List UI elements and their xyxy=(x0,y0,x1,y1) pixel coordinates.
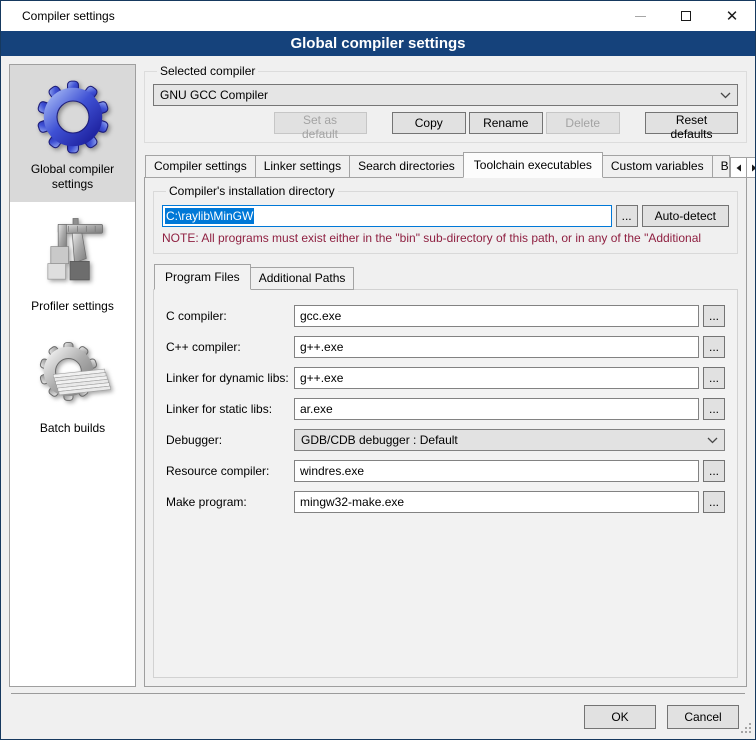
dynamic-linker-browse-button[interactable]: ... xyxy=(703,367,725,389)
close-button[interactable]: ✕ xyxy=(709,1,755,31)
c-compiler-browse-button[interactable]: ... xyxy=(703,305,725,327)
chevron-down-icon xyxy=(720,88,731,102)
make-program-label: Make program: xyxy=(166,495,294,509)
cpp-compiler-input[interactable] xyxy=(294,336,699,358)
tab-search-directories[interactable]: Search directories xyxy=(349,155,464,178)
static-linker-label: Linker for static libs: xyxy=(166,402,294,416)
program-files-page: C compiler: ... C++ compiler: ... Linker… xyxy=(153,289,738,678)
sidebar-item-label: Batch builds xyxy=(40,421,105,436)
selected-compiler-legend: Selected compiler xyxy=(157,64,258,78)
selected-compiler-group: Selected compiler GNU GCC Compiler Set a… xyxy=(144,64,747,143)
resize-grip-icon[interactable] xyxy=(739,721,752,737)
copy-button[interactable]: Copy xyxy=(392,112,466,134)
cpp-compiler-browse-button[interactable]: ... xyxy=(703,336,725,358)
sidebar-item-global-compiler-settings[interactable]: Global compiler settings xyxy=(10,65,135,202)
tab-scrollers xyxy=(730,157,756,178)
sidebar-item-batch-builds[interactable]: Batch builds xyxy=(10,324,135,446)
make-program-input[interactable] xyxy=(294,491,699,513)
rename-button[interactable]: Rename xyxy=(469,112,543,134)
installation-directory-value: C:\raylib\MinGW xyxy=(165,208,254,224)
subtab-additional-paths[interactable]: Additional Paths xyxy=(250,267,355,290)
blue-gear-icon xyxy=(33,78,113,156)
debugger-label: Debugger: xyxy=(166,433,294,447)
arrow-left-icon xyxy=(735,164,742,172)
settings-category-list: Global compiler settings xyxy=(9,64,136,687)
tab-scroll-right-button[interactable] xyxy=(746,157,756,178)
ok-button[interactable]: OK xyxy=(584,705,656,729)
reset-defaults-button[interactable]: Reset defaults xyxy=(645,112,738,134)
titlebar: Compiler settings ✕ xyxy=(1,1,755,31)
toolchain-executables-page: Compiler's installation directory C:\ray… xyxy=(144,177,747,687)
compiler-tabs: Compiler settings Linker settings Search… xyxy=(144,152,747,178)
dialog-footer: OK Cancel xyxy=(11,693,745,739)
resource-compiler-input[interactable] xyxy=(294,460,699,482)
installation-directory-legend: Compiler's installation directory xyxy=(166,184,338,198)
tab-build-options[interactable]: Build options xyxy=(712,155,730,178)
tab-linker-settings[interactable]: Linker settings xyxy=(255,155,350,178)
c-compiler-input[interactable] xyxy=(294,305,699,327)
close-icon: ✕ xyxy=(726,9,739,24)
installation-directory-input[interactable]: C:\raylib\MinGW xyxy=(162,205,612,227)
gray-gear-stack-icon xyxy=(33,337,113,415)
chevron-down-icon xyxy=(707,433,718,447)
subtab-program-files[interactable]: Program Files xyxy=(154,264,251,290)
sidebar-item-label: Profiler settings xyxy=(31,299,114,314)
sidebar-item-label: Global compiler settings xyxy=(14,162,131,192)
minimize-button[interactable] xyxy=(617,1,663,31)
resource-compiler-label: Resource compiler: xyxy=(166,464,294,478)
dynamic-linker-label: Linker for dynamic libs: xyxy=(166,371,294,385)
resource-compiler-browse-button[interactable]: ... xyxy=(703,460,725,482)
maximize-button[interactable] xyxy=(663,1,709,31)
minimize-icon xyxy=(635,16,646,17)
toolchain-subtabs: Program Files Additional Paths xyxy=(153,264,738,290)
tab-custom-variables[interactable]: Custom variables xyxy=(602,155,713,178)
auto-detect-button[interactable]: Auto-detect xyxy=(642,205,729,227)
sidebar-item-profiler-settings[interactable]: Profiler settings xyxy=(10,202,135,324)
dynamic-linker-input[interactable] xyxy=(294,367,699,389)
static-linker-browse-button[interactable]: ... xyxy=(703,398,725,420)
caliper-icon xyxy=(33,215,113,293)
arrow-right-icon xyxy=(751,164,756,172)
compiler-select-value: GNU GCC Compiler xyxy=(160,88,714,102)
compiler-select[interactable]: GNU GCC Compiler xyxy=(153,84,738,106)
debugger-select[interactable]: GDB/CDB debugger : Default xyxy=(294,429,725,451)
cpp-compiler-label: C++ compiler: xyxy=(166,340,294,354)
installation-directory-browse-button[interactable]: ... xyxy=(616,205,638,227)
tab-scroll-left-button[interactable] xyxy=(730,157,747,178)
cancel-button[interactable]: Cancel xyxy=(667,705,739,729)
make-program-browse-button[interactable]: ... xyxy=(703,491,725,513)
static-linker-input[interactable] xyxy=(294,398,699,420)
page-title: Global compiler settings xyxy=(1,31,755,56)
installation-note: NOTE: All programs must exist either in … xyxy=(162,231,729,245)
window-title: Compiler settings xyxy=(1,9,115,23)
debugger-select-value: GDB/CDB debugger : Default xyxy=(301,433,701,447)
maximize-icon xyxy=(681,11,691,21)
compiler-settings-dialog: Compiler settings ✕ Global compiler sett… xyxy=(0,0,756,740)
installation-directory-group: Compiler's installation directory C:\ray… xyxy=(153,184,738,254)
set-as-default-button[interactable]: Set as default xyxy=(274,112,367,134)
delete-button[interactable]: Delete xyxy=(546,112,620,134)
tab-compiler-settings[interactable]: Compiler settings xyxy=(145,155,256,178)
c-compiler-label: C compiler: xyxy=(166,309,294,323)
tab-toolchain-executables[interactable]: Toolchain executables xyxy=(463,152,603,178)
